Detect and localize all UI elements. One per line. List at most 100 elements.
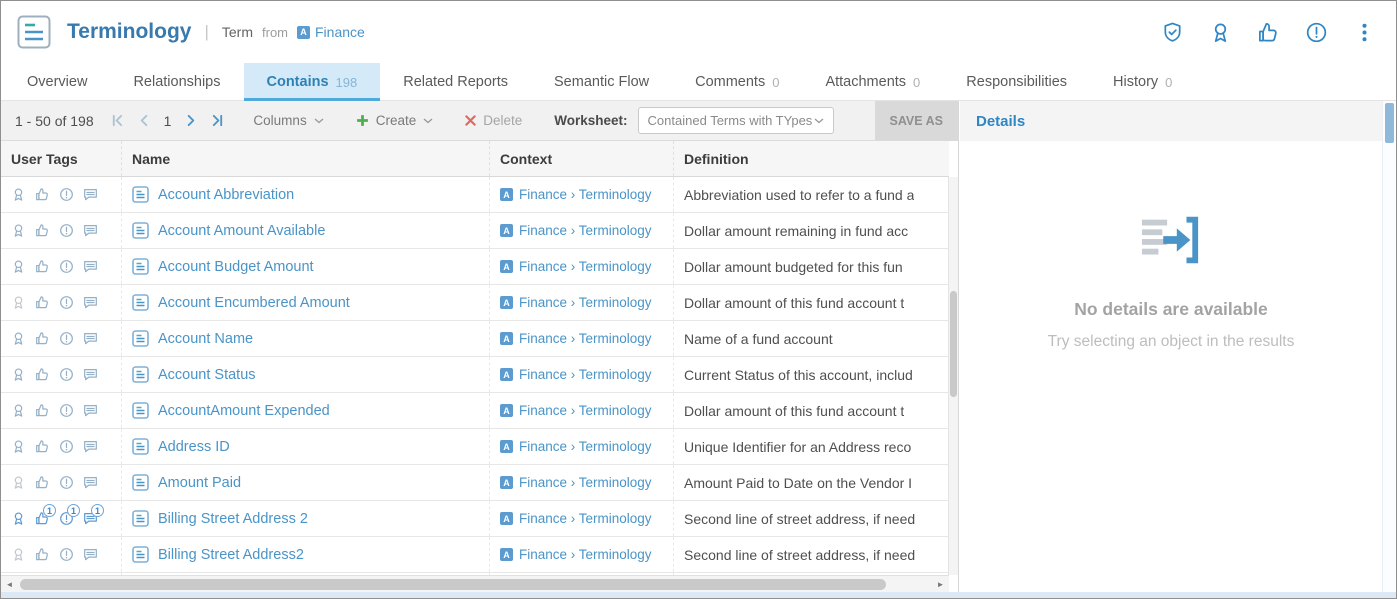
thumbs-up-icon[interactable] xyxy=(35,367,50,382)
term-name-link[interactable]: Account Status xyxy=(158,367,256,383)
comment-icon[interactable]: 1 xyxy=(83,511,98,526)
scroll-right-icon[interactable]: ► xyxy=(932,577,949,592)
vertical-scroll-thumb[interactable] xyxy=(950,291,957,397)
table-row[interactable]: Address ID A Finance › Terminology Uniqu… xyxy=(1,429,949,465)
table-row[interactable]: Account Name A Finance › Terminology Nam… xyxy=(1,321,949,357)
page-horizontal-scrollbar[interactable] xyxy=(1,592,1396,598)
table-row[interactable]: Billing Street Address2 A Finance › Term… xyxy=(1,537,949,573)
horizontal-scroll-thumb[interactable] xyxy=(20,579,886,590)
thumbs-up-icon[interactable] xyxy=(35,475,50,490)
alert-icon[interactable] xyxy=(59,439,74,454)
alert-icon[interactable] xyxy=(59,187,74,202)
tab-history[interactable]: History 0 xyxy=(1090,63,1195,101)
context-breadcrumb-link[interactable]: Finance › Terminology xyxy=(519,475,652,490)
comment-icon[interactable] xyxy=(83,295,98,310)
comment-icon[interactable] xyxy=(83,259,98,274)
thumbs-up-icon[interactable] xyxy=(35,187,50,202)
create-button[interactable]: Create xyxy=(356,113,434,128)
award-icon[interactable] xyxy=(11,295,26,310)
delete-button[interactable]: Delete xyxy=(465,113,522,128)
alert-icon[interactable]: 1 xyxy=(59,511,74,526)
context-breadcrumb-link[interactable]: Finance › Terminology xyxy=(519,511,652,526)
term-name-link[interactable]: Amount Paid xyxy=(158,475,241,491)
context-breadcrumb-link[interactable]: Finance › Terminology xyxy=(519,367,652,382)
tab-responsibilities[interactable]: Responsibilities xyxy=(943,63,1090,101)
award-icon[interactable] xyxy=(11,475,26,490)
column-header-context[interactable]: Context xyxy=(489,141,673,176)
table-vertical-scrollbar[interactable] xyxy=(948,177,958,575)
table-row[interactable]: AccountAmount Expended A Finance › Termi… xyxy=(1,393,949,429)
parent-context-link[interactable]: A Finance xyxy=(297,24,365,40)
comment-icon[interactable] xyxy=(83,475,98,490)
alert-icon[interactable] xyxy=(59,259,74,274)
tab-contains[interactable]: Contains 198 xyxy=(244,63,381,101)
award-icon[interactable] xyxy=(11,403,26,418)
kebab-menu-icon[interactable] xyxy=(1353,21,1376,44)
comment-icon[interactable] xyxy=(83,223,98,238)
award-icon[interactable] xyxy=(11,187,26,202)
context-breadcrumb-link[interactable]: Finance › Terminology xyxy=(519,403,652,418)
tab-overview[interactable]: Overview xyxy=(4,63,110,101)
table-row[interactable]: Account Abbreviation A Finance › Termino… xyxy=(1,177,949,213)
award-icon[interactable] xyxy=(11,511,26,526)
thumbs-up-icon[interactable] xyxy=(35,331,50,346)
tab-relationships[interactable]: Relationships xyxy=(110,63,243,101)
next-page-icon[interactable] xyxy=(182,113,198,129)
table-row[interactable]: Account Budget Amount A Finance › Termin… xyxy=(1,249,949,285)
thumbs-up-icon[interactable]: 1 xyxy=(35,511,50,526)
worksheet-dropdown[interactable]: Contained Terms with TYpes xyxy=(638,107,834,134)
table-row[interactable]: Account Status A Finance › Terminology C… xyxy=(1,357,949,393)
thumbs-up-icon[interactable] xyxy=(35,403,50,418)
alert-icon[interactable] xyxy=(59,475,74,490)
context-breadcrumb-link[interactable]: Finance › Terminology xyxy=(519,259,652,274)
page-scroll-thumb[interactable] xyxy=(1385,103,1394,143)
alert-icon[interactable] xyxy=(59,295,74,310)
context-breadcrumb-link[interactable]: Finance › Terminology xyxy=(519,187,652,202)
table-row[interactable]: Account Encumbered Amount A Finance › Te… xyxy=(1,285,949,321)
table-horizontal-scrollbar[interactable]: ◄ ► xyxy=(1,575,949,592)
current-page[interactable]: 1 xyxy=(164,113,172,129)
context-breadcrumb-link[interactable]: Finance › Terminology xyxy=(519,223,652,238)
columns-button[interactable]: Columns xyxy=(253,113,323,128)
thumbs-up-icon[interactable] xyxy=(35,259,50,274)
tab-attachments[interactable]: Attachments 0 xyxy=(802,63,943,101)
context-breadcrumb-link[interactable]: Finance › Terminology xyxy=(519,439,652,454)
tab-semantic-flow[interactable]: Semantic Flow xyxy=(531,63,672,101)
prev-page-icon[interactable] xyxy=(137,113,153,129)
column-header-definition[interactable]: Definition xyxy=(673,141,949,176)
award-icon[interactable] xyxy=(11,331,26,346)
comment-icon[interactable] xyxy=(83,403,98,418)
award-icon[interactable] xyxy=(1209,21,1232,44)
table-row[interactable]: Amount Paid A Finance › Terminology Amou… xyxy=(1,465,949,501)
thumbs-up-icon[interactable] xyxy=(1257,21,1280,44)
term-name-link[interactable]: Account Budget Amount xyxy=(158,259,314,275)
first-page-icon[interactable] xyxy=(110,113,126,129)
context-breadcrumb-link[interactable]: Finance › Terminology xyxy=(519,331,652,346)
term-name-link[interactable]: Account Name xyxy=(158,331,253,347)
term-name-link[interactable]: Billing Street Address2 xyxy=(158,547,304,563)
alert-icon[interactable] xyxy=(1305,21,1328,44)
alert-icon[interactable] xyxy=(59,403,74,418)
table-row[interactable]: Account Amount Available A Finance › Ter… xyxy=(1,213,949,249)
alert-icon[interactable] xyxy=(59,367,74,382)
column-header-name[interactable]: Name xyxy=(121,141,489,176)
scroll-left-icon[interactable]: ◄ xyxy=(1,577,18,592)
context-breadcrumb-link[interactable]: Finance › Terminology xyxy=(519,295,652,310)
context-breadcrumb-link[interactable]: Finance › Terminology xyxy=(519,547,652,562)
comment-icon[interactable] xyxy=(83,547,98,562)
term-name-link[interactable]: Address ID xyxy=(158,439,230,455)
last-page-icon[interactable] xyxy=(209,113,225,129)
term-name-link[interactable]: Account Abbreviation xyxy=(158,187,294,203)
award-icon[interactable] xyxy=(11,367,26,382)
award-icon[interactable] xyxy=(11,223,26,238)
alert-icon[interactable] xyxy=(59,331,74,346)
save-as-button[interactable]: SAVE AS xyxy=(875,101,959,141)
table-row[interactable]: 1 1 1 xyxy=(1,501,949,537)
alert-icon[interactable] xyxy=(59,547,74,562)
comment-icon[interactable] xyxy=(83,331,98,346)
thumbs-up-icon[interactable] xyxy=(35,439,50,454)
comment-icon[interactable] xyxy=(83,439,98,454)
tab-comments[interactable]: Comments 0 xyxy=(672,63,802,101)
comment-icon[interactable] xyxy=(83,187,98,202)
award-icon[interactable] xyxy=(11,439,26,454)
